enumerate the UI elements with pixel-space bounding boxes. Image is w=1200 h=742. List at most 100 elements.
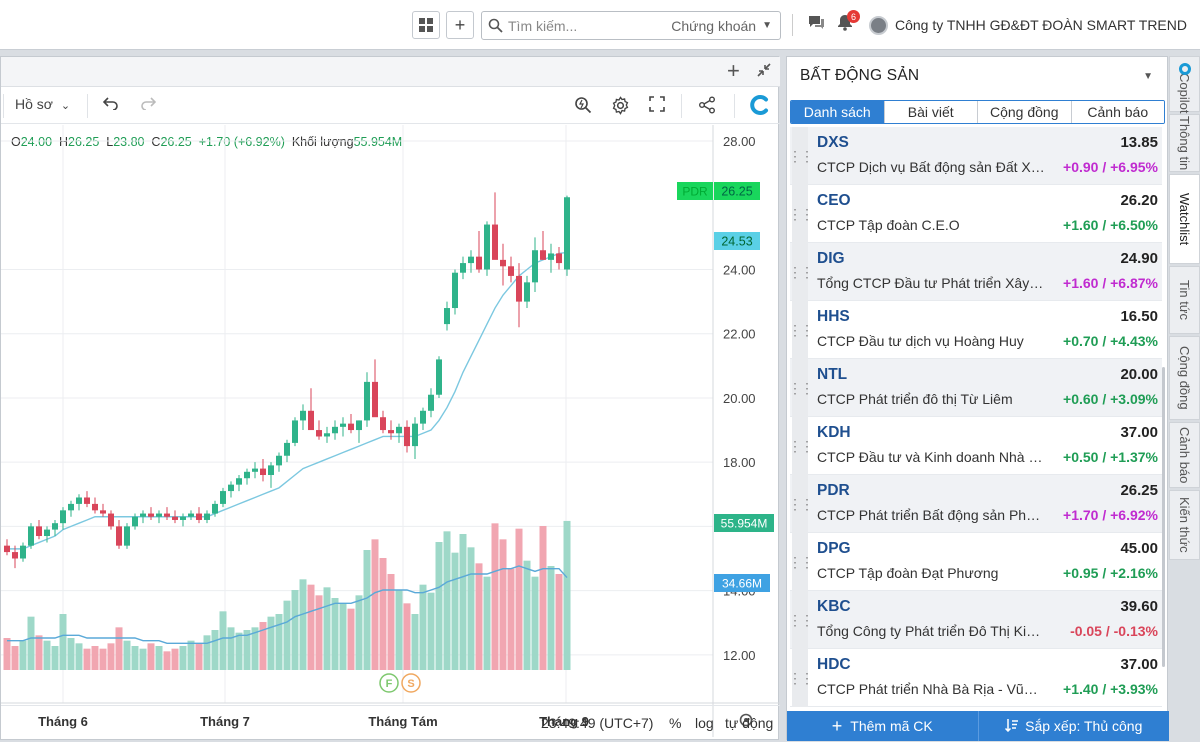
change: +1.70 / +6.92% xyxy=(1063,507,1158,523)
avatar[interactable] xyxy=(869,16,888,35)
side-tab-info[interactable]: Thông tin xyxy=(1169,114,1200,172)
candle xyxy=(388,430,394,434)
symbol[interactable]: HDC xyxy=(817,656,851,674)
drag-handle-icon[interactable]: ⋮⋮ xyxy=(788,127,814,185)
fullscreen-icon[interactable] xyxy=(649,96,665,115)
percent-toggle[interactable]: % xyxy=(669,715,681,731)
watchlist-header[interactable]: BẤT ĐỘNG SẢN ▼ xyxy=(787,57,1167,95)
share-icon[interactable] xyxy=(698,96,716,117)
volume-bar xyxy=(291,590,299,670)
quick-search-icon[interactable] xyxy=(574,96,592,117)
layout-grid-button[interactable] xyxy=(412,11,440,39)
volume-bar xyxy=(491,523,499,670)
change: +0.60 / +3.09% xyxy=(1063,391,1158,407)
gear-icon[interactable] xyxy=(611,96,630,118)
side-tab-watchlist[interactable]: Watchlist xyxy=(1169,174,1200,264)
company-name[interactable]: Công ty TNHH GĐ&ĐT ĐOÀN SMART TREND xyxy=(895,17,1187,33)
volume-bar xyxy=(483,576,491,670)
watchlist-row[interactable]: ⋮⋮ NTL 20.00 CTCP Phát triển đô thị Từ Liêm… xyxy=(788,359,1162,417)
side-tab-news[interactable]: Tin tức xyxy=(1169,266,1200,334)
symbol[interactable]: KBC xyxy=(817,598,851,616)
search-box[interactable]: Tìm kiếm... Chứng khoán ▼ xyxy=(481,11,781,40)
tab-articles[interactable]: Bài viết xyxy=(884,101,978,123)
symbol[interactable]: CEO xyxy=(817,192,851,210)
drag-handle-icon[interactable]: ⋮⋮ xyxy=(788,185,814,243)
price-chart[interactable]: FS28.0024.0022.0020.0018.0016.0014.0012.… xyxy=(1,125,780,737)
watchlist-tabs: Danh sách Bài viết Cộng đồng Cảnh báo xyxy=(790,100,1165,124)
drag-handle-icon[interactable]: ⋮⋮ xyxy=(788,475,814,533)
divider xyxy=(792,14,793,36)
watchlist-row[interactable]: ⋮⋮ CEO 26.20 CTCP Tập đoàn C.E.O +1.60 / +6.… xyxy=(788,185,1162,243)
undo-icon[interactable] xyxy=(102,96,119,113)
drag-handle-icon[interactable]: ⋮⋮ xyxy=(788,649,814,707)
volume-bar xyxy=(507,568,515,670)
chevron-down-icon: ⌄ xyxy=(60,100,71,112)
drag-handle-icon[interactable]: ⋮⋮ xyxy=(788,591,814,649)
side-tab-knowledge[interactable]: Kiến thức xyxy=(1169,490,1200,560)
drag-handle-icon[interactable]: ⋮⋮ xyxy=(788,533,814,591)
scrollbar[interactable] xyxy=(1162,367,1165,667)
copilot-icon xyxy=(1179,63,1191,75)
candle xyxy=(356,420,362,431)
watchlist-row[interactable]: ⋮⋮ DPG 45.00 CTCP Tập đoàn Đạt Phương +0.95 … xyxy=(788,533,1162,591)
event-marker-label: S xyxy=(407,678,414,690)
candle xyxy=(212,503,218,514)
drag-handle-icon[interactable]: ⋮⋮ xyxy=(788,359,814,417)
candle xyxy=(4,545,10,553)
symbol[interactable]: DXS xyxy=(817,134,849,152)
side-tab-alerts[interactable]: Cảnh báo xyxy=(1169,422,1200,488)
candle xyxy=(404,426,410,447)
side-tab-community[interactable]: Cộng đồng xyxy=(1169,336,1200,420)
auto-toggle[interactable]: tự động xyxy=(725,715,773,731)
add-button[interactable]: + xyxy=(446,11,474,39)
profile-dropdown[interactable]: Hồ sơ ⌄ xyxy=(15,96,70,112)
collapse-icon[interactable] xyxy=(756,62,772,83)
side-tab-copilot[interactable]: Copilot xyxy=(1169,56,1200,114)
watchlist-row[interactable]: ⋮⋮ KDH 37.00 CTCP Đầu tư và Kinh doanh Nhà … xyxy=(788,417,1162,475)
watchlist-row[interactable]: ⋮⋮ KBC 39.60 Tổng Công ty Phát triển Đô Thị… xyxy=(788,591,1162,649)
tab-list[interactable]: Danh sách xyxy=(791,101,885,123)
chevron-down-icon[interactable]: ▼ xyxy=(1143,71,1153,82)
candle xyxy=(396,426,402,434)
clock: 23:49:49 (UTC+7) xyxy=(541,715,654,731)
side-tab-label: Copilot xyxy=(1177,72,1192,114)
company-name: CTCP Đầu tư dịch vụ Hoàng Huy xyxy=(817,333,1024,349)
tab-alerts[interactable]: Cảnh báo xyxy=(1071,101,1164,123)
brand-logo-icon[interactable] xyxy=(749,94,771,119)
search-scope-select[interactable]: Chứng khoán xyxy=(671,18,756,34)
drag-handle-icon[interactable]: ⋮⋮ xyxy=(788,301,814,359)
watchlist-panel: BẤT ĐỘNG SẢN ▼ Danh sách Bài viết Cộng đ… xyxy=(786,56,1170,741)
symbol[interactable]: DIG xyxy=(817,250,845,268)
search-input[interactable]: Tìm kiếm... xyxy=(508,18,671,34)
add-symbol-button[interactable]: + Thêm mã CK xyxy=(787,711,979,741)
side-tab-label: Thông tin xyxy=(1177,115,1192,171)
volume-tag-value: 55.954M xyxy=(721,517,768,531)
watchlist-row[interactable]: ⋮⋮ DIG 24.90 Tổng CTCP Đầu tư Phát triển Xâ… xyxy=(788,243,1162,301)
symbol[interactable]: HHS xyxy=(817,308,850,326)
watchlist-row[interactable]: ⋮⋮ HDC 37.00 CTCP Phát triển Nhà Bà Rịa - V… xyxy=(788,649,1162,707)
watchlist-row[interactable]: ⋮⋮ DXS 13.85 CTCP Dịch vụ Bất động sản Đất … xyxy=(788,127,1162,185)
tab-community[interactable]: Cộng đồng xyxy=(978,101,1072,123)
candle xyxy=(564,197,570,270)
log-toggle[interactable]: log xyxy=(695,715,714,731)
chat-icon[interactable] xyxy=(808,14,825,35)
divider xyxy=(3,94,4,118)
volume-bar xyxy=(515,528,523,670)
drag-handle-icon[interactable]: ⋮⋮ xyxy=(788,243,814,301)
watchlist-row[interactable]: ⋮⋮ PDR 26.25 CTCP Phát triển Bất động sản P… xyxy=(788,475,1162,533)
plus-icon[interactable]: + xyxy=(727,58,740,84)
company-name: CTCP Đầu tư và Kinh doanh Nhà Khang Điền xyxy=(817,449,1045,465)
watchlist-row[interactable]: ⋮⋮ HHS 16.50 CTCP Đầu tư dịch vụ Hoàng Huy +… xyxy=(788,301,1162,359)
drag-handle-icon[interactable]: ⋮⋮ xyxy=(788,417,814,475)
symbol[interactable]: DPG xyxy=(817,540,851,558)
symbol[interactable]: PDR xyxy=(817,482,850,500)
redo-icon[interactable] xyxy=(140,96,157,113)
symbol[interactable]: NTL xyxy=(817,366,847,384)
volume-bar xyxy=(107,643,115,670)
change: +1.60 / +6.87% xyxy=(1063,275,1158,291)
price: 37.00 xyxy=(1120,424,1158,441)
volume-bar xyxy=(83,648,91,670)
sort-button[interactable]: Sắp xếp: Thủ công xyxy=(979,711,1170,741)
sort-icon xyxy=(1005,718,1019,735)
symbol[interactable]: KDH xyxy=(817,424,851,442)
